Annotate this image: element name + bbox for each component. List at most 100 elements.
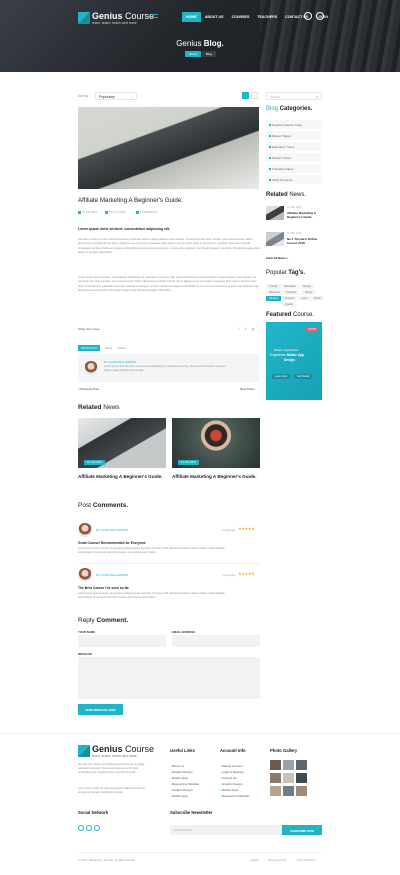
tag-chip[interactable]: Education [281, 284, 299, 289]
next-post-link[interactable]: Next Post ▸ [240, 387, 255, 391]
author-name[interactable]: BY LAURA WILLIAMSON [104, 360, 136, 364]
category-item[interactable]: Education Tutors [266, 142, 322, 151]
nav-teachers[interactable]: TEACHERS [253, 12, 281, 22]
tag-chip[interactable]: Student [266, 296, 282, 301]
footer-link[interactable]: Mobile Apps [170, 794, 188, 798]
subscribe-button[interactable]: SUBSCRIBE NOW [282, 825, 322, 835]
cart-icon[interactable] [316, 12, 324, 20]
menu-icon[interactable] [152, 14, 158, 18]
gallery-photo[interactable] [270, 773, 281, 783]
email-field[interactable] [172, 635, 260, 647]
gallery-photo[interactable] [296, 786, 307, 796]
license-link[interactable]: License [250, 859, 259, 862]
featured-course-banner[interactable]: START Motion Application Experience Mobi… [266, 322, 322, 400]
popular-tags-title: Popular Tag's. [266, 270, 306, 276]
twitter-icon[interactable] [86, 825, 92, 831]
category-item[interactable]: Modern Magic [266, 131, 322, 140]
sort-select[interactable]: Popularity ⌄ [95, 92, 137, 100]
banner-learn-more-button[interactable]: Learn more [272, 374, 291, 379]
gallery-photo[interactable] [283, 773, 294, 783]
category-item[interactable]: Modern Photo [266, 153, 322, 162]
post-featured-image [78, 107, 259, 189]
send-message-button[interactable]: SEND MESSAGE NOW [78, 704, 123, 715]
post-author[interactable]: BY FLYCODE [105, 211, 125, 214]
category-item[interactable]: Tutorials Videos [266, 164, 322, 173]
email-label: EMAIL ADDRESS [172, 630, 195, 634]
footer-link[interactable]: Graphic Design [220, 782, 243, 786]
gallery-photo[interactable] [296, 773, 307, 783]
related-news-title-link[interactable]: Affiliate Marketing A Beginner's Guide. [78, 474, 166, 480]
footer-link[interactable]: Mobile Apps [220, 788, 238, 792]
name-field[interactable] [78, 635, 166, 647]
footer-link[interactable]: Graphic Design [170, 788, 193, 792]
newsletter-email-input[interactable]: Email Address [170, 825, 282, 835]
category-item[interactable]: Graphic Graphic Code [266, 120, 322, 129]
related-news-title-link[interactable]: Affiliate Marketing A Beginner's Guide. [172, 474, 260, 480]
facebook-icon[interactable]: f [238, 326, 239, 331]
footer-brand-name[interactable]: Genius Course [92, 744, 154, 754]
news-title-link[interactable]: No.1 The Best Online Course 2018 [287, 237, 323, 245]
twitter-icon[interactable]: t [245, 326, 246, 331]
footer-link[interactable]: Contact Us [220, 776, 237, 780]
post-tag[interactable]: EDUCATION [78, 345, 101, 351]
post-tag[interactable]: Course [114, 345, 129, 351]
tag-chip[interactable]: Quality [282, 302, 297, 307]
nav-about[interactable]: ABOUT US [201, 12, 228, 22]
news-thumbnail[interactable] [266, 232, 284, 246]
gallery-photo[interactable] [270, 760, 281, 770]
nav-home[interactable]: HOME [182, 12, 201, 22]
footer-link[interactable]: Login & Register [220, 770, 244, 774]
tag-chip[interactable]: Study [302, 290, 315, 295]
category-item[interactable]: Other Products [266, 175, 322, 184]
facebook-icon[interactable] [78, 825, 84, 831]
comment-author[interactable]: BY LAURA WILLIAMSON [96, 573, 128, 577]
nav-courses[interactable]: COURSES [228, 12, 254, 22]
banner-get-started-button[interactable]: Get Started [294, 374, 313, 379]
logo-icon[interactable] [78, 745, 90, 757]
list-view-icon[interactable] [251, 92, 258, 99]
grid-view-icon[interactable] [242, 92, 249, 99]
previous-post-link[interactable]: ◂ Previous Post [78, 387, 99, 391]
footer-link[interactable]: About Us [170, 764, 184, 768]
gallery-photo[interactable] [270, 786, 281, 796]
comment-author[interactable]: BY LAURA WILLIAMSON [96, 528, 128, 532]
tag-chip[interactable]: Photo [311, 296, 325, 301]
tag-chip[interactable]: Graphic [282, 296, 298, 301]
footer-link[interactable]: Responsive Website [220, 794, 249, 798]
tag-chip[interactable]: Design [300, 284, 315, 289]
tag-chip[interactable]: Business [266, 290, 283, 295]
search-icon[interactable] [304, 12, 312, 20]
logo-icon[interactable] [78, 12, 90, 24]
google-plus-icon[interactable] [94, 825, 100, 831]
view-all-news-link[interactable]: View All News ▸ [266, 256, 288, 260]
brand-name[interactable]: Genius Course [92, 11, 154, 21]
avatar [78, 568, 92, 582]
tag-chip[interactable]: Course [266, 284, 281, 289]
post-comments-count[interactable]: 8 COMMENTS [136, 211, 157, 214]
gallery-photo[interactable] [283, 760, 294, 770]
privacy-link[interactable]: Privacy & Policy [268, 859, 287, 862]
gallery-photo[interactable] [296, 760, 307, 770]
comment-text: Lorem ipsum dolor sit amet, consectetuer… [78, 592, 225, 599]
message-field[interactable] [78, 657, 260, 699]
reply-title: Reply Comment. [78, 617, 129, 624]
footer-link[interactable]: Setting Account [220, 764, 243, 768]
news-thumbnail[interactable] [266, 206, 284, 220]
footer-link[interactable]: Responsive Website [170, 782, 199, 786]
author-bio: Lorem ipsum dolor sit amet, consectetuer… [104, 365, 226, 372]
related-news-date: 15 JAN 2019 [84, 460, 105, 465]
google-plus-icon[interactable]: g [252, 326, 254, 331]
breadcrumb-home[interactable]: Home [185, 51, 202, 57]
comments-title: Post Comments. [78, 502, 129, 509]
account-info-title: Account Info [220, 748, 246, 753]
tag-chip[interactable]: Learn [298, 296, 311, 301]
post-paragraph: Sed diam nonummy nibh euismod tincidunt … [78, 238, 260, 254]
footer-link[interactable]: Mobile Apps [170, 776, 188, 780]
footer-link[interactable]: Graphic Design [170, 770, 193, 774]
terms-link[interactable]: Term Of Service [297, 859, 316, 862]
tag-chip[interactable]: Lifestyle [283, 290, 299, 295]
search-input[interactable]: Search ⌕ [266, 92, 322, 100]
news-title-link[interactable]: Affiliate Marketing A Beginner's Guide. [287, 211, 323, 219]
gallery-photo[interactable] [283, 786, 294, 796]
avatar [84, 361, 98, 375]
